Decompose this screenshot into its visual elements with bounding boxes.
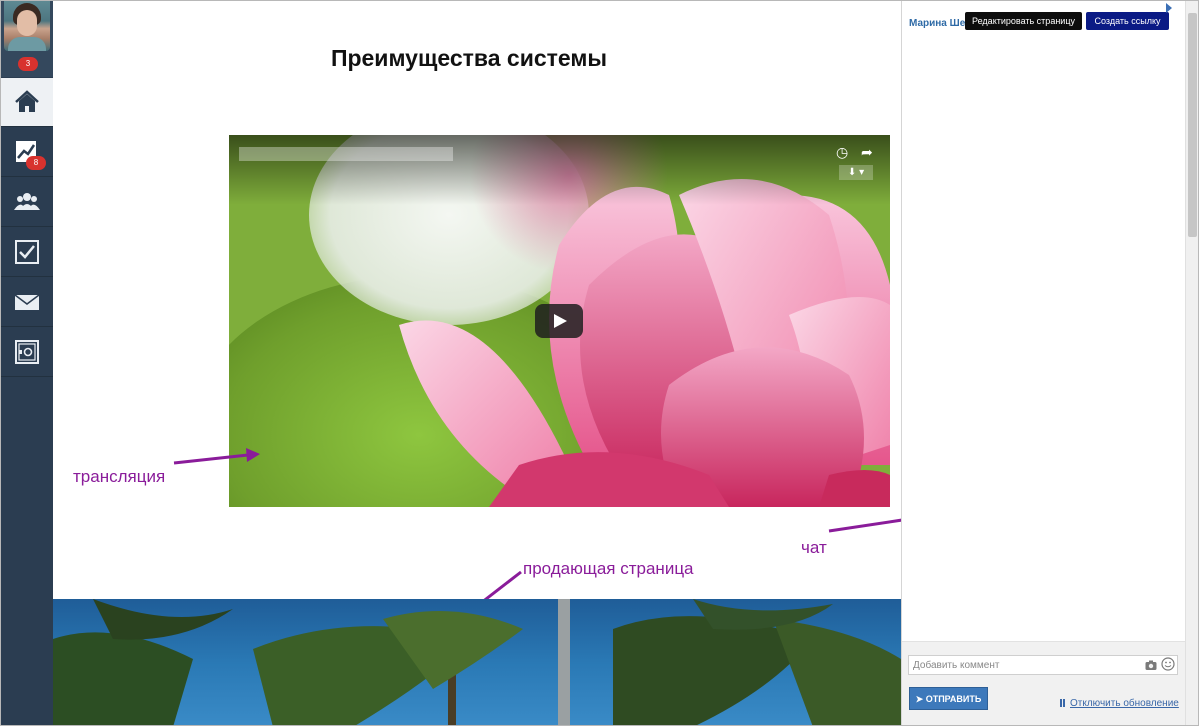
sidebar-item-stats[interactable]: 8: [1, 128, 53, 177]
disable-update-link[interactable]: Отключить обновление: [1060, 698, 1179, 709]
chat-footer: ➤ ОТПРАВИТЬ Отключить обновление: [902, 641, 1186, 725]
stats-badge: 8: [26, 156, 46, 170]
sidebar-item-home[interactable]: [1, 78, 53, 127]
send-icon: ➤: [915, 694, 926, 704]
disable-update-label: Отключить обновление: [1070, 698, 1179, 709]
annotation-broadcast: трансляция: [73, 467, 166, 486]
edit-page-button[interactable]: Редактировать страницу: [965, 12, 1082, 30]
avatar-face: [17, 10, 37, 36]
app-window: 3 8 Преимущества системы ◷ ➦ ⬇ ▾ трансля…: [0, 0, 1199, 726]
chat-author-name[interactable]: Марина Шев: [909, 18, 971, 29]
camera-icon[interactable]: [1145, 659, 1157, 671]
arrow-broadcast: [173, 453, 249, 465]
emoji-icon[interactable]: [1161, 657, 1175, 671]
annotation-sales-page: продающая страница: [523, 559, 694, 578]
arrow-chat: [828, 518, 901, 533]
arrowhead-broadcast: [246, 448, 260, 462]
sidebar-item-tasks[interactable]: [1, 228, 53, 277]
sidebar: 3 8: [1, 1, 53, 725]
pause-icon: [1060, 699, 1065, 707]
create-link-button[interactable]: Создать ссылку: [1086, 12, 1169, 30]
send-button-label: ОТПРАВИТЬ: [925, 694, 982, 704]
sidebar-item-mail[interactable]: [1, 278, 53, 327]
sales-page-banner-image: [53, 599, 901, 725]
home-icon: [15, 90, 39, 112]
sidebar-item-settings[interactable]: [1, 328, 53, 377]
send-button[interactable]: ➤ ОТПРАВИТЬ: [909, 687, 988, 710]
notification-badge: 3: [18, 57, 38, 71]
avatar[interactable]: [4, 1, 50, 51]
expand-arrow-icon[interactable]: [1166, 3, 1172, 13]
chat-panel: Марина Шев Редактировать страницу Создат…: [901, 1, 1186, 725]
user-block[interactable]: 3: [1, 1, 53, 77]
annotation-chat: чат: [801, 538, 827, 557]
checkbox-icon: [15, 240, 39, 264]
scrollbar-thumb[interactable]: [1188, 13, 1197, 237]
safe-icon: [15, 340, 39, 364]
comment-input[interactable]: [908, 655, 1178, 675]
users-icon: [14, 193, 40, 210]
palm-trees-image: [53, 599, 901, 725]
page-scrollbar[interactable]: [1185, 1, 1198, 725]
avatar-body: [8, 37, 46, 51]
sidebar-item-users[interactable]: [1, 178, 53, 227]
main-content: Преимущества системы ◷ ➦ ⬇ ▾ трансляция …: [53, 1, 901, 725]
mail-icon: [14, 294, 40, 310]
